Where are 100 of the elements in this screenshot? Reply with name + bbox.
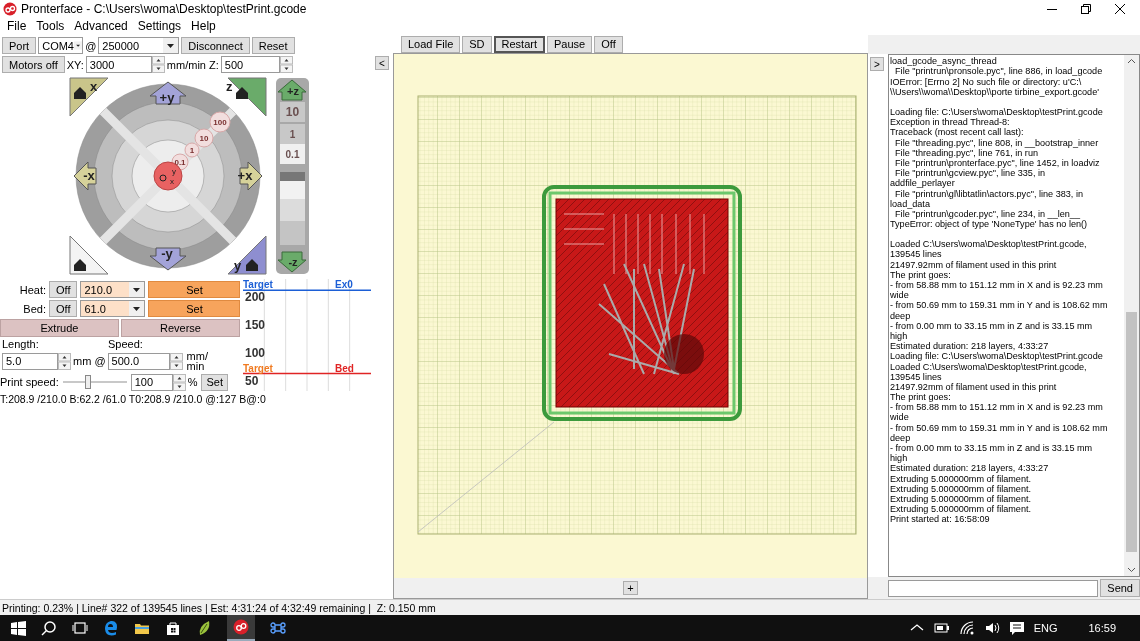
dropdown-caret-icon[interactable] bbox=[129, 301, 145, 317]
toolbar-button[interactable]: SD bbox=[462, 35, 492, 53]
menu-item[interactable]: Settings bbox=[132, 19, 187, 34]
extrude-button[interactable]: Extrude bbox=[0, 318, 119, 337]
collapse-left-button[interactable]: < bbox=[375, 56, 389, 71]
dropdown-caret-icon[interactable] bbox=[129, 282, 145, 298]
baud-rate-dropdown[interactable]: 250000 bbox=[98, 37, 180, 55]
z-step-button[interactable]: 0.1 bbox=[280, 144, 305, 165]
search-icon[interactable] bbox=[41, 620, 57, 636]
extrude-button[interactable]: Reverse bbox=[121, 318, 240, 337]
spin-arrows-icon[interactable] bbox=[169, 352, 183, 370]
length-label: Length: bbox=[2, 337, 40, 350]
console-line: Print started at: 16:58:09 bbox=[890, 514, 991, 525]
connection-button[interactable]: Disconnect bbox=[181, 37, 250, 55]
console-line: File "printrun\gcoder.pyc", line 234, in __len__ bbox=[895, 208, 1081, 220]
wifi-icon[interactable] bbox=[958, 620, 975, 636]
jog-arrow-button[interactable]: +y bbox=[149, 81, 187, 106]
axis-tick-label: 50 bbox=[245, 374, 259, 389]
console-line: load_gcode_async_thread bbox=[890, 56, 997, 67]
axis-tick-label: 150 bbox=[245, 318, 266, 333]
console-line: TypeError: object of type 'NoneType' has no len() bbox=[890, 219, 1089, 230]
z-speed-field[interactable]: 500 bbox=[220, 56, 280, 74]
print-speed-label: Print speed: bbox=[0, 376, 59, 389]
temperature-label: Bed: bbox=[22, 302, 46, 315]
console-line: - from 50.69 mm to 159.31 mm in Y and is 108.62 mm bbox=[890, 300, 1109, 311]
z-step-button[interactable]: 1 bbox=[280, 124, 305, 145]
dropdown-caret-icon[interactable] bbox=[163, 38, 179, 54]
jog-arrow-button[interactable]: -x bbox=[73, 161, 97, 191]
port-button[interactable]: Port bbox=[2, 37, 37, 55]
set-temperature-button[interactable]: Set bbox=[148, 300, 241, 318]
menu-item[interactable]: Advanced bbox=[69, 19, 133, 34]
length-field[interactable]: 5.0 bbox=[2, 352, 58, 370]
motors-off-button[interactable]: Motors off bbox=[2, 56, 65, 74]
step-button[interactable]: 1 bbox=[184, 142, 200, 158]
console-line: high bbox=[890, 453, 908, 464]
print-speed-slider[interactable] bbox=[62, 374, 127, 391]
z-step-button[interactable]: 10 bbox=[280, 102, 305, 123]
clock[interactable]: 16:59 bbox=[1088, 622, 1116, 634]
toolbar-button[interactable]: Restart bbox=[493, 35, 545, 53]
temperature-dropdown[interactable]: 210.0 bbox=[80, 281, 146, 299]
task-view-icon[interactable] bbox=[72, 620, 88, 636]
spin-arrows-icon[interactable] bbox=[172, 373, 186, 391]
jog-arrow-button[interactable]: +x bbox=[237, 161, 263, 191]
step-button[interactable]: 100 bbox=[209, 111, 231, 133]
home-x-button[interactable]: x bbox=[69, 77, 109, 117]
heater-off-button[interactable]: Off bbox=[49, 281, 78, 299]
battery-icon[interactable] bbox=[933, 620, 950, 636]
console-line: IOError: [Errno 2] No such file or directory: u'C:\ bbox=[890, 76, 1083, 87]
close-icon[interactable] bbox=[1114, 2, 1126, 15]
windows-logo-icon[interactable] bbox=[10, 620, 26, 636]
speaker-icon[interactable] bbox=[983, 620, 1000, 636]
toolbar-button[interactable]: Load File bbox=[401, 35, 461, 53]
step-button[interactable]: 10 bbox=[194, 128, 214, 148]
home-icon bbox=[74, 87, 86, 100]
console-line: - from 58.88 mm to 151.12 mm in X and is 92.23 mm bbox=[890, 280, 1104, 291]
app-logo-icon[interactable] bbox=[233, 619, 249, 635]
home-z-button[interactable]: z bbox=[226, 77, 267, 117]
set-print-speed-button[interactable]: Set bbox=[201, 373, 228, 391]
zoom-button[interactable]: + bbox=[623, 581, 638, 596]
jog-arrow-button[interactable]: -y bbox=[149, 246, 187, 271]
command-key-icon[interactable] bbox=[270, 620, 286, 636]
console-line: - from 50.69 mm to 159.31 mm in Y and is 108.62 mm bbox=[890, 422, 1109, 433]
xy-speed-field[interactable]: 3000 bbox=[85, 56, 152, 74]
home-y-button[interactable]: y bbox=[227, 235, 267, 275]
menu-item[interactable]: Tools bbox=[31, 19, 70, 34]
store-bag-icon[interactable] bbox=[165, 620, 181, 636]
z-arrow-button[interactable]: +z bbox=[277, 79, 307, 101]
print-preview-drawing[interactable] bbox=[417, 95, 857, 535]
toolbar-button[interactable]: Pause bbox=[547, 35, 593, 53]
home-icon bbox=[236, 87, 248, 100]
send-button[interactable]: Send bbox=[1100, 579, 1140, 598]
print-speed-field[interactable]: 100 bbox=[130, 373, 173, 391]
toolbar-button[interactable]: Off bbox=[594, 35, 623, 53]
menu-item[interactable]: File bbox=[2, 19, 32, 34]
series-label: Ex0 bbox=[335, 279, 353, 291]
connection-button[interactable]: Reset bbox=[251, 37, 295, 55]
command-input-field[interactable] bbox=[888, 579, 1099, 597]
home-all-button[interactable] bbox=[69, 235, 109, 275]
port-dropdown[interactable]: COM4 bbox=[38, 37, 84, 55]
z-arrow-button[interactable]: -z bbox=[277, 251, 307, 273]
restore-icon[interactable] bbox=[1080, 2, 1092, 15]
extrude-speed-field[interactable]: 500.0 bbox=[107, 352, 170, 370]
language-indicator[interactable]: ENG bbox=[1033, 622, 1058, 634]
menu-item[interactable]: Help bbox=[186, 19, 221, 34]
status-text: Printing: 0.23% | Line# 322 of 139545 lines | Est: 4:31:24 of 4:32:49 remaining | Z: 0.150 mm bbox=[2, 601, 436, 614]
spin-arrows-icon[interactable] bbox=[151, 56, 165, 74]
console-line: 21497.92mm of filament used in this print bbox=[890, 259, 1058, 270]
heater-off-button[interactable]: Off bbox=[49, 300, 78, 318]
spin-arrows-icon[interactable] bbox=[58, 352, 71, 370]
slider-thumb[interactable] bbox=[85, 375, 92, 390]
browser-icon[interactable] bbox=[103, 620, 119, 636]
console-line: Extruding 5.000000mm of filament. bbox=[890, 483, 1033, 494]
spin-arrows-icon[interactable] bbox=[279, 56, 293, 74]
set-temperature-button[interactable]: Set bbox=[148, 281, 241, 299]
scrollbar[interactable] bbox=[1124, 55, 1139, 577]
temperature-dropdown[interactable]: 61.0 bbox=[80, 300, 146, 318]
console-line: Extruding 5.000000mm of filament. bbox=[890, 473, 1033, 484]
console-line: wide bbox=[890, 290, 910, 301]
notification-icon[interactable] bbox=[1008, 620, 1025, 636]
expand-button[interactable]: > bbox=[870, 57, 884, 72]
